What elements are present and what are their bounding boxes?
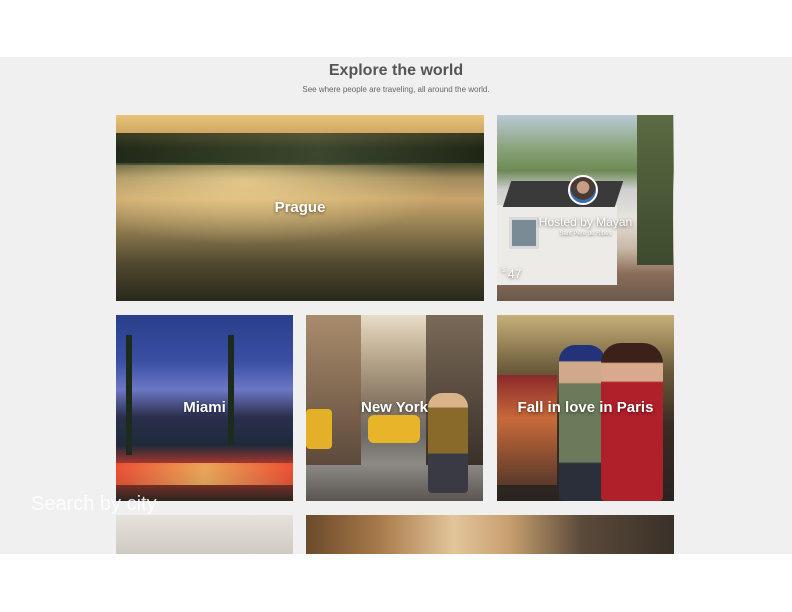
listing-card-host[interactable]: Hosted by Mayan Sant Pere de Ribes $47 [497, 115, 674, 301]
card-label-paris: Fall in love in Paris [517, 399, 654, 416]
couple-woman-image [601, 343, 663, 501]
palm-tree-image [228, 335, 234, 445]
card-label-prague: Prague [274, 199, 326, 216]
price-value: 47 [507, 267, 522, 281]
page-title: Explore the world [328, 62, 464, 79]
destination-card-partial[interactable] [306, 515, 674, 554]
destination-card-miami[interactable]: Miami [116, 315, 293, 501]
search-city-input[interactable]: Search by city [31, 493, 157, 516]
destination-card-partial[interactable] [116, 515, 293, 554]
couple-man-image [559, 345, 605, 501]
prague-skyline-image [116, 133, 484, 163]
destination-card-paris[interactable]: Fall in love in Paris [497, 315, 674, 501]
destination-card-prague[interactable]: Prague [116, 115, 484, 301]
house-roof-image [502, 181, 624, 207]
page-subtitle: See where people are traveling, all arou… [302, 85, 490, 94]
tree-image [637, 115, 673, 265]
price-currency: $ [502, 267, 506, 274]
card-label-miami: Miami [183, 399, 226, 416]
destination-card-new-york[interactable]: New York [306, 315, 483, 501]
explore-section: Explore the world See where people are t… [0, 57, 792, 554]
host-name: Hosted by Mayan [538, 215, 633, 229]
host-avatar[interactable] [568, 175, 598, 205]
light-trail-image [116, 463, 293, 485]
palm-tree-image [126, 335, 132, 455]
taxi-image [368, 415, 420, 443]
card-label-new-york: New York [361, 399, 428, 416]
flower-stall-image [497, 375, 557, 485]
host-location: Sant Pere de Ribes [559, 231, 612, 237]
listing-price: $47 [502, 267, 521, 281]
